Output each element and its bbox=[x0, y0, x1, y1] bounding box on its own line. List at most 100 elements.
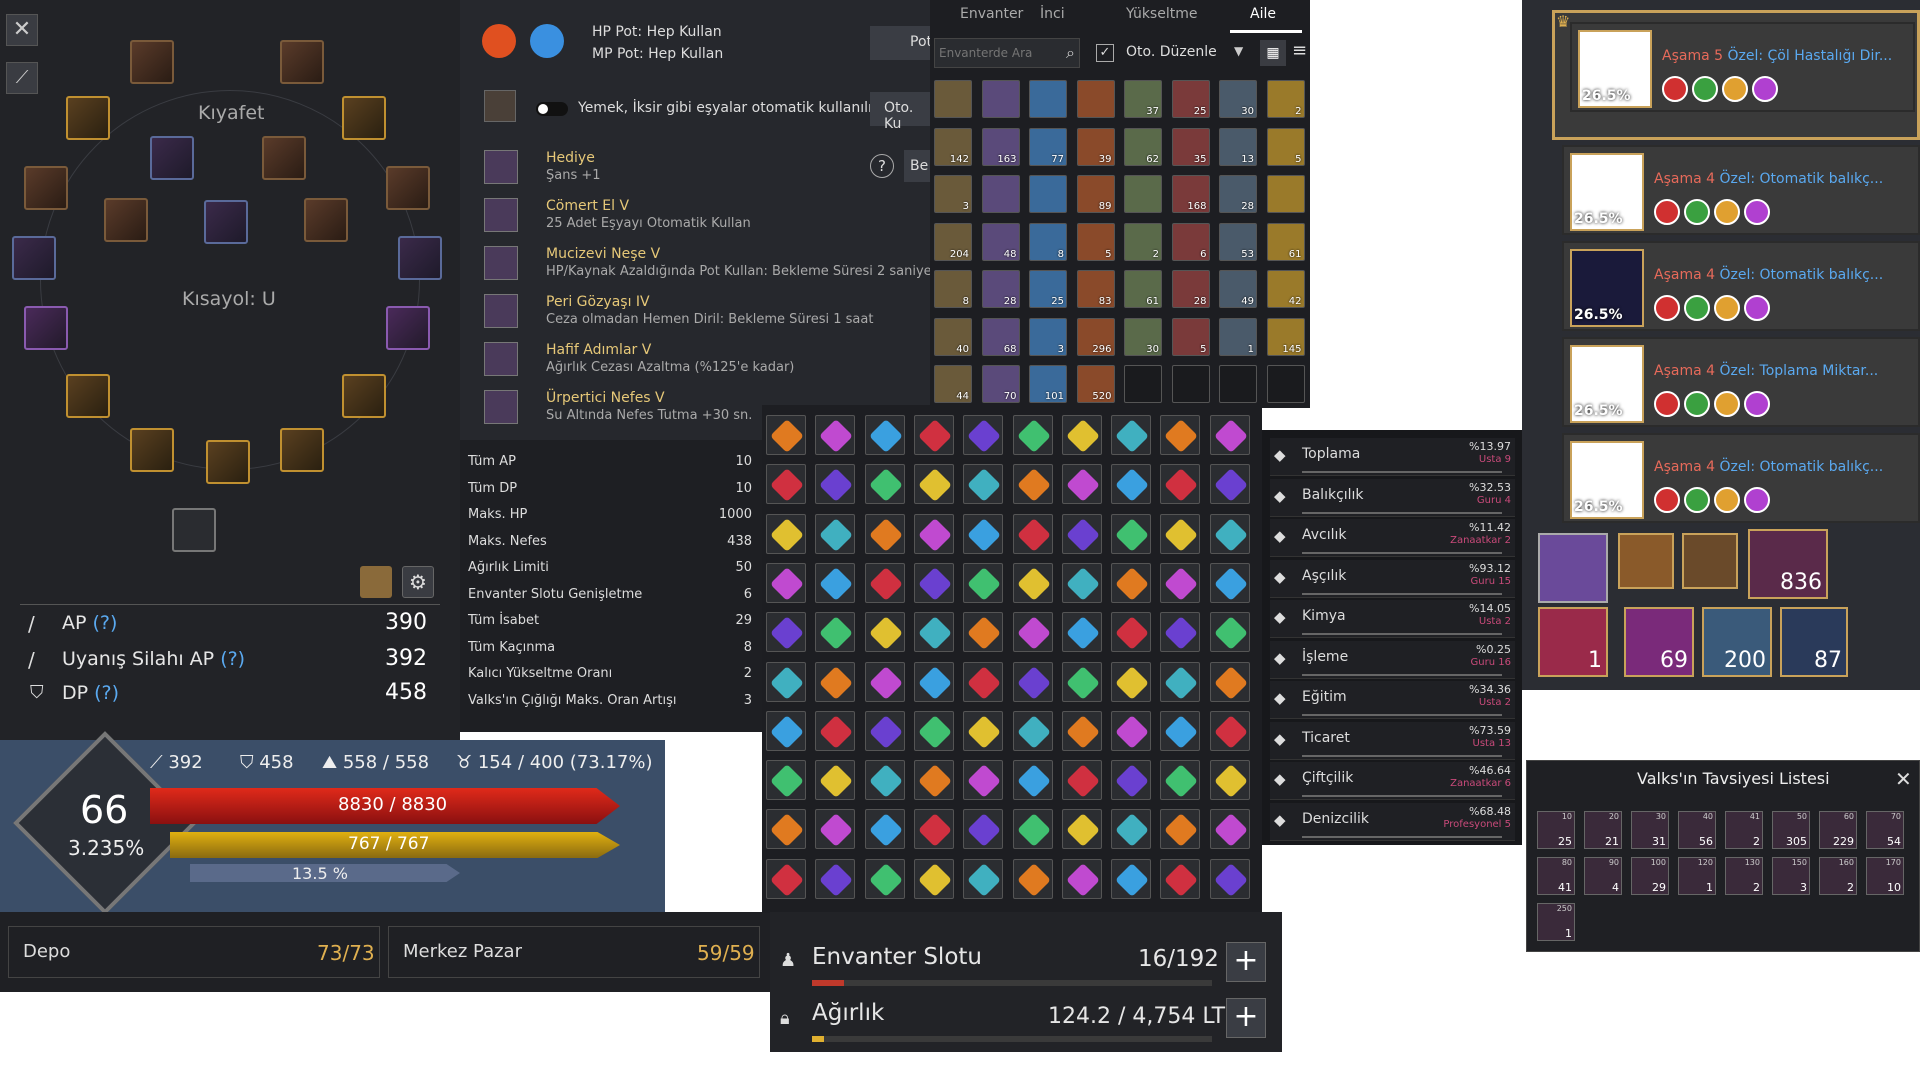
gem-slot[interactable] bbox=[1061, 661, 1102, 702]
gem-slot[interactable] bbox=[1111, 464, 1152, 505]
gem-slot[interactable] bbox=[1160, 858, 1201, 899]
inventory-slot[interactable]: 61 bbox=[1266, 222, 1305, 261]
inventory-tab[interactable]: İnci bbox=[1040, 6, 1065, 22]
auto-use-toggle[interactable] bbox=[536, 102, 568, 116]
inventory-slot[interactable]: 204 bbox=[934, 222, 972, 261]
gem-slot[interactable] bbox=[913, 760, 954, 801]
gem-slot[interactable] bbox=[864, 464, 905, 505]
gem-slot[interactable] bbox=[1160, 612, 1201, 653]
gem-slot[interactable] bbox=[766, 562, 806, 603]
inventory-slot[interactable]: 142 bbox=[934, 127, 972, 166]
auto-sort-checkbox[interactable]: ✓ bbox=[1096, 44, 1114, 62]
equip-slot[interactable] bbox=[104, 198, 148, 242]
gem-slot[interactable] bbox=[815, 415, 856, 455]
inventory-slot[interactable]: 44 bbox=[934, 365, 972, 403]
market-box[interactable]: Merkez Pazar 59/59 bbox=[388, 926, 760, 978]
gem-slot[interactable] bbox=[1061, 612, 1102, 653]
inventory-slot[interactable]: 53 bbox=[1219, 222, 1257, 261]
inventory-slot[interactable]: 89 bbox=[1076, 175, 1115, 213]
life-skill-row[interactable]: ◆ Ticaret %73.59 Usta 13 bbox=[1270, 721, 1515, 760]
valks-item[interactable]: 50 305 bbox=[1772, 811, 1810, 849]
gem-slot[interactable] bbox=[1111, 809, 1152, 850]
inventory-slot[interactable]: 25 bbox=[1029, 270, 1067, 308]
gem-slot[interactable] bbox=[766, 858, 806, 899]
equip-slot[interactable] bbox=[386, 306, 430, 350]
inventory-slot[interactable]: 42 bbox=[1266, 270, 1305, 308]
pet-item-slot[interactable] bbox=[1538, 533, 1608, 603]
gem-slot[interactable] bbox=[963, 760, 1004, 801]
gem-slot[interactable] bbox=[913, 415, 954, 455]
gem-slot[interactable] bbox=[815, 661, 856, 702]
inventory-slot[interactable] bbox=[1029, 175, 1067, 213]
inventory-slot[interactable] bbox=[1124, 175, 1162, 213]
inventory-slot[interactable] bbox=[1076, 80, 1115, 118]
inventory-slot[interactable]: 28 bbox=[1219, 175, 1257, 213]
gem-slot[interactable] bbox=[1012, 661, 1053, 702]
inventory-slot[interactable]: 145 bbox=[1266, 317, 1305, 356]
life-skill-row[interactable]: ◆ İşleme %0.25 Guru 16 bbox=[1270, 640, 1515, 679]
valks-item[interactable]: 160 2 bbox=[1819, 857, 1857, 895]
gem-slot[interactable] bbox=[864, 513, 905, 554]
gem-slot[interactable] bbox=[913, 710, 954, 751]
valks-item[interactable]: 170 10 bbox=[1866, 857, 1904, 895]
valks-item[interactable]: 90 4 bbox=[1584, 857, 1622, 895]
inventory-tab[interactable]: Yükseltme bbox=[1126, 6, 1197, 22]
gem-slot[interactable] bbox=[913, 858, 954, 899]
gem-slot[interactable] bbox=[766, 710, 806, 751]
inventory-slot[interactable]: 39 bbox=[1076, 127, 1115, 166]
inventory-slot[interactable]: 5 bbox=[1076, 222, 1115, 261]
gem-slot[interactable] bbox=[1209, 858, 1250, 899]
gem-slot[interactable] bbox=[963, 415, 1004, 455]
inventory-tab[interactable]: Envanter bbox=[960, 6, 1023, 22]
search-icon[interactable]: ⌕ bbox=[1066, 43, 1075, 63]
inventory-search-input[interactable] bbox=[935, 39, 1055, 67]
crossed-swords-icon[interactable]: ✕ bbox=[6, 14, 38, 46]
gem-slot[interactable] bbox=[913, 612, 954, 653]
close-icon[interactable]: ✕ bbox=[1895, 767, 1912, 791]
equip-slot[interactable] bbox=[66, 96, 110, 140]
gem-slot[interactable] bbox=[1160, 415, 1201, 455]
inventory-slot[interactable]: 13 bbox=[1219, 127, 1257, 166]
inventory-slot[interactable]: 5 bbox=[1266, 127, 1305, 166]
gem-slot[interactable] bbox=[815, 710, 856, 751]
gem-slot[interactable] bbox=[815, 858, 856, 899]
valks-item[interactable]: 41 2 bbox=[1725, 811, 1763, 849]
gem-slot[interactable] bbox=[1111, 612, 1152, 653]
gem-slot[interactable] bbox=[1160, 760, 1201, 801]
equip-slot[interactable] bbox=[280, 428, 324, 472]
life-skill-row[interactable]: ◆ Toplama %13.97 Usta 9 bbox=[1270, 438, 1515, 476]
gem-slot[interactable] bbox=[1160, 661, 1201, 702]
equip-slot[interactable] bbox=[150, 136, 194, 180]
life-skill-row[interactable]: ◆ Çiftçilik %46.64 Zanaatkar 6 bbox=[1270, 762, 1515, 800]
pet-item-slot[interactable]: 836 bbox=[1748, 529, 1828, 599]
gem-slot[interactable] bbox=[1111, 760, 1152, 801]
pet-card[interactable]: 26.5% Aşama 4 Özel: Otomatik balıkç... bbox=[1562, 433, 1920, 523]
life-skill-row[interactable]: ◆ Avcılık %11.42 Zanaatkar 2 bbox=[1270, 519, 1515, 557]
gem-slot[interactable] bbox=[1160, 710, 1201, 751]
gem-slot[interactable] bbox=[1061, 760, 1102, 801]
inventory-slot[interactable] bbox=[981, 80, 1020, 118]
inventory-slot[interactable]: 296 bbox=[1076, 317, 1115, 356]
help-icon[interactable]: ? bbox=[870, 154, 894, 178]
gem-slot[interactable] bbox=[1111, 415, 1152, 455]
gem-slot[interactable] bbox=[1209, 760, 1250, 801]
auto-use-button[interactable]: Oto. Ku bbox=[870, 92, 930, 132]
equip-slot[interactable] bbox=[398, 236, 442, 280]
inventory-slot[interactable] bbox=[1124, 365, 1162, 403]
equip-slot[interactable] bbox=[304, 198, 348, 242]
gem-slot[interactable] bbox=[1012, 760, 1053, 801]
gem-slot[interactable] bbox=[1209, 464, 1250, 505]
inventory-slot[interactable]: 28 bbox=[1171, 270, 1210, 308]
help-link[interactable]: (?) bbox=[220, 648, 245, 670]
gem-slot[interactable] bbox=[1061, 415, 1102, 455]
gem-slot[interactable] bbox=[1061, 464, 1102, 505]
gem-slot[interactable] bbox=[864, 809, 905, 850]
gem-slot[interactable] bbox=[1012, 612, 1053, 653]
equip-slot[interactable] bbox=[204, 200, 248, 244]
gem-slot[interactable] bbox=[815, 562, 856, 603]
inventory-slot[interactable] bbox=[1171, 365, 1210, 403]
inventory-slot[interactable]: 70 bbox=[981, 365, 1020, 403]
inventory-slot[interactable]: 8 bbox=[1029, 222, 1067, 261]
gem-slot[interactable] bbox=[864, 710, 905, 751]
grid-view-icon[interactable]: ▦ bbox=[1260, 40, 1286, 66]
